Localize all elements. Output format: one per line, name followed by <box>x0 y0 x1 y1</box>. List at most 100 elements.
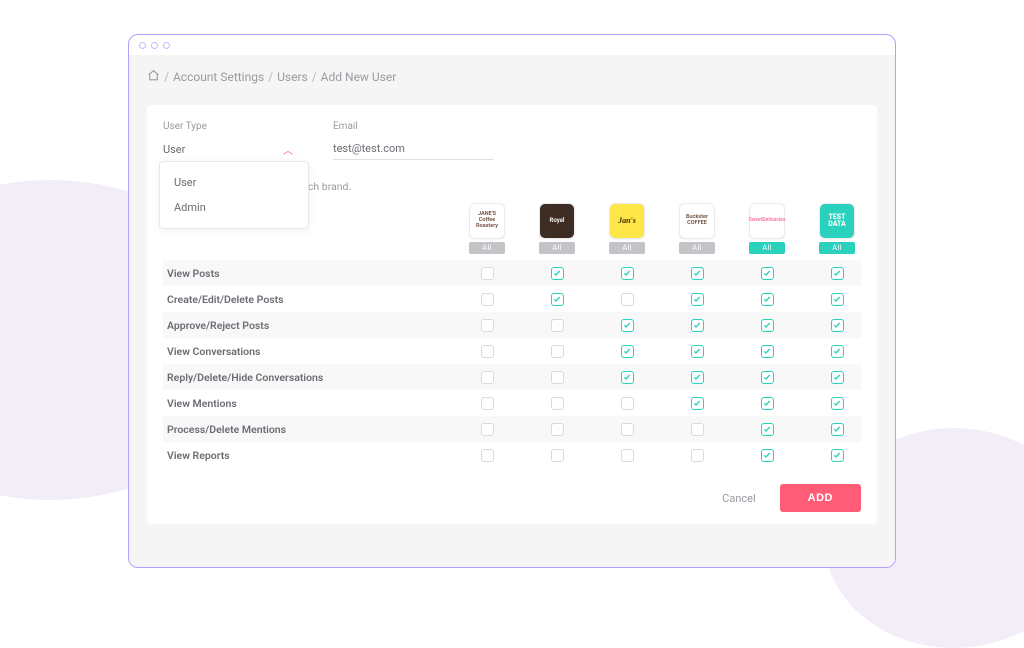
permission-row: View Posts <box>163 260 861 286</box>
permission-checkbox[interactable] <box>551 397 564 410</box>
permission-checkbox[interactable] <box>621 293 634 306</box>
permission-rows: View PostsCreate/Edit/Delete PostsApprov… <box>163 260 861 468</box>
add-button[interactable]: ADD <box>780 484 861 512</box>
brand-column: Jan's All <box>607 203 647 254</box>
brand-tile[interactable]: JANE'S Coffee Roastery <box>469 203 505 239</box>
permission-checkbox[interactable] <box>691 423 704 436</box>
brand-column: Buckster COFFEE All <box>677 203 717 254</box>
permission-checkbox[interactable] <box>481 371 494 384</box>
permission-checkbox[interactable] <box>831 397 844 410</box>
permission-checkbox[interactable] <box>481 423 494 436</box>
brand-all-toggle[interactable]: All <box>679 242 715 254</box>
permission-checkbox[interactable] <box>621 423 634 436</box>
dropdown-option-admin[interactable]: Admin <box>160 195 308 220</box>
permission-checkbox[interactable] <box>621 397 634 410</box>
breadcrumb-add-new-user: Add New User <box>321 70 397 84</box>
permission-checkbox[interactable] <box>551 345 564 358</box>
permission-checkbox[interactable] <box>481 267 494 280</box>
permission-checkbox[interactable] <box>831 371 844 384</box>
permission-checkbox[interactable] <box>621 319 634 332</box>
permission-checkbox[interactable] <box>761 423 774 436</box>
cancel-button[interactable]: Cancel <box>722 492 755 505</box>
window-control-dot[interactable] <box>139 42 146 49</box>
permission-row: Reply/Delete/Hide Conversations <box>163 364 861 390</box>
permission-checkbox[interactable] <box>831 267 844 280</box>
email-input[interactable]: test@test.com <box>333 140 493 160</box>
permissions-grid: JANE'S Coffee Roastery All Royal All Jan's Al… <box>163 203 861 468</box>
breadcrumb-users[interactable]: Users <box>277 70 308 84</box>
permission-checkbox[interactable] <box>551 423 564 436</box>
permission-checkbox[interactable] <box>481 293 494 306</box>
brand-all-toggle[interactable]: All <box>819 242 855 254</box>
brand-tile[interactable]: Buckster COFFEE <box>679 203 715 239</box>
brand-all-toggle[interactable]: All <box>539 242 575 254</box>
brand-all-toggle[interactable]: All <box>469 242 505 254</box>
brand-all-toggle[interactable]: All <box>749 242 785 254</box>
permission-checkbox[interactable] <box>691 449 704 462</box>
permission-label: View Mentions <box>167 397 467 410</box>
breadcrumb-account-settings[interactable]: Account Settings <box>173 70 264 84</box>
permission-label: View Reports <box>167 449 467 462</box>
permission-checkbox[interactable] <box>551 293 564 306</box>
permission-row: Process/Delete Mentions <box>163 416 861 442</box>
user-type-select[interactable]: User ︿ <box>163 140 293 162</box>
permission-checkbox[interactable] <box>761 371 774 384</box>
brand-column: SweetDelicacies All <box>747 203 787 254</box>
brand-column: Royal All <box>537 203 577 254</box>
breadcrumb-sep: / <box>312 70 317 84</box>
permission-checkbox[interactable] <box>621 345 634 358</box>
permission-checkbox[interactable] <box>761 319 774 332</box>
permission-row: View Conversations <box>163 338 861 364</box>
window-control-dot[interactable] <box>151 42 158 49</box>
permission-label: Create/Edit/Delete Posts <box>167 293 467 306</box>
dropdown-option-user[interactable]: User <box>160 170 308 195</box>
brand-column: JANE'S Coffee Roastery All <box>467 203 507 254</box>
permission-checkbox[interactable] <box>761 397 774 410</box>
permission-checkbox[interactable] <box>481 449 494 462</box>
permission-checkbox[interactable] <box>481 319 494 332</box>
permission-checkbox[interactable] <box>691 397 704 410</box>
breadcrumb: / Account Settings / Users / Add New Use… <box>147 69 877 85</box>
brand-tile[interactable]: Royal <box>539 203 575 239</box>
window-titlebar <box>129 35 895 55</box>
permission-row: Create/Edit/Delete Posts <box>163 286 861 312</box>
brand-tile[interactable]: Jan's <box>609 203 645 239</box>
permission-checkbox[interactable] <box>831 293 844 306</box>
permission-checkbox[interactable] <box>691 345 704 358</box>
permission-checkbox[interactable] <box>621 371 634 384</box>
permission-checkbox[interactable] <box>621 449 634 462</box>
brand-tile[interactable]: SweetDelicacies <box>749 203 785 239</box>
permission-checkbox[interactable] <box>691 371 704 384</box>
permissions-card: User Type User ︿ Email test@test.com Use… <box>147 105 877 524</box>
permission-checkbox[interactable] <box>761 293 774 306</box>
permission-checkbox[interactable] <box>831 319 844 332</box>
permission-checkbox[interactable] <box>761 449 774 462</box>
permission-label: Process/Delete Mentions <box>167 423 467 436</box>
permission-checkbox[interactable] <box>551 319 564 332</box>
brand-all-toggle[interactable]: All <box>609 242 645 254</box>
permission-label: View Posts <box>167 267 467 280</box>
permission-checkbox[interactable] <box>691 267 704 280</box>
permission-checkbox[interactable] <box>831 449 844 462</box>
email-label: Email <box>333 121 493 132</box>
permission-checkbox[interactable] <box>621 267 634 280</box>
permission-checkbox[interactable] <box>551 449 564 462</box>
permission-checkbox[interactable] <box>761 267 774 280</box>
user-type-value: User <box>163 143 185 156</box>
permission-checkbox[interactable] <box>551 267 564 280</box>
permission-label: View Conversations <box>167 345 467 358</box>
permission-checkbox[interactable] <box>691 293 704 306</box>
browser-frame: / Account Settings / Users / Add New Use… <box>128 34 896 568</box>
permission-checkbox[interactable] <box>761 345 774 358</box>
home-icon[interactable] <box>147 69 160 85</box>
permission-checkbox[interactable] <box>481 397 494 410</box>
permission-checkbox[interactable] <box>691 319 704 332</box>
permission-label: Reply/Delete/Hide Conversations <box>167 371 467 384</box>
brand-tile[interactable]: TEST DATA <box>819 203 855 239</box>
chevron-up-icon: ︿ <box>283 142 293 157</box>
permission-checkbox[interactable] <box>831 423 844 436</box>
permission-checkbox[interactable] <box>831 345 844 358</box>
permission-checkbox[interactable] <box>551 371 564 384</box>
window-control-dot[interactable] <box>163 42 170 49</box>
permission-checkbox[interactable] <box>481 345 494 358</box>
